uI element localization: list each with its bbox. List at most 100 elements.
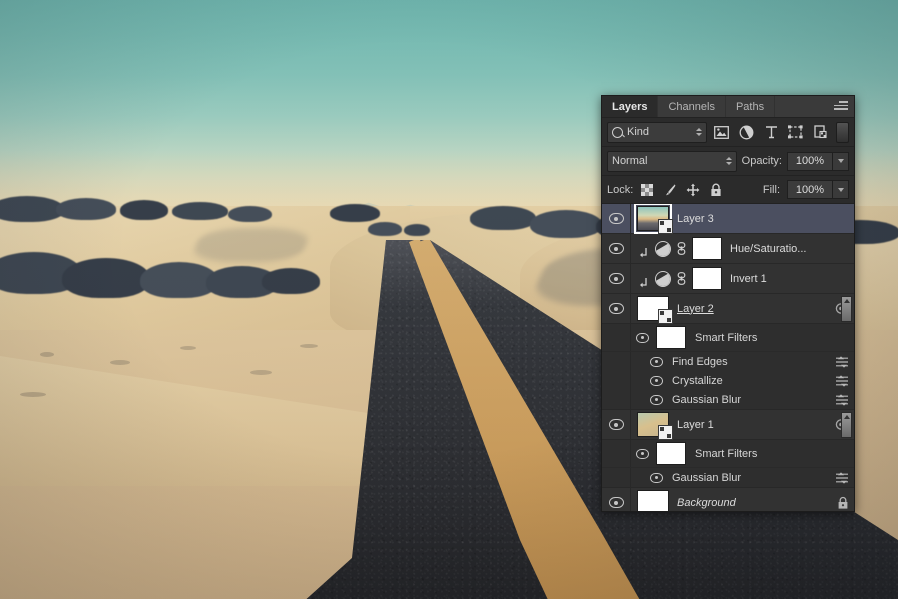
filter-smart-object-button[interactable]	[811, 123, 831, 142]
smart-filters-mask-thumbnail[interactable]	[656, 442, 686, 465]
smart-filter-row-gaussian-blur[interactable]: Gaussian Blur	[602, 468, 854, 488]
layer-row-layer-2[interactable]: Layer 2	[602, 294, 854, 324]
layer-name[interactable]: Layer 1	[677, 419, 714, 431]
lock-buttons	[640, 183, 723, 197]
filter-type-button[interactable]	[761, 123, 781, 142]
opacity-input[interactable]: 100%	[787, 151, 833, 171]
fill-input[interactable]: 100%	[787, 180, 833, 199]
smart-object-badge-icon	[658, 219, 673, 234]
layer-row-layer-1[interactable]: Layer 1	[602, 410, 854, 440]
visibility-toggle[interactable]	[602, 410, 631, 439]
lock-position-icon[interactable]	[686, 183, 700, 197]
fill-label: Fill:	[762, 183, 780, 196]
smart-filter-name[interactable]: Gaussian Blur	[672, 394, 741, 406]
row-divider	[630, 324, 631, 351]
visibility-toggle[interactable]	[646, 394, 666, 405]
layer-thumbnail[interactable]	[634, 204, 673, 234]
smart-filter-row-crystallize[interactable]: Crystallize	[602, 371, 854, 390]
visibility-toggle[interactable]	[630, 332, 654, 343]
layer-row-invert-1[interactable]: Invert 1	[602, 264, 854, 294]
layer-name[interactable]: Hue/Saturatio...	[730, 243, 806, 255]
filter-enable-toggle[interactable]	[835, 121, 850, 143]
layer-row-layer-3[interactable]: Layer 3	[602, 204, 854, 234]
tab-paths-label: Paths	[735, 100, 765, 113]
lock-image-pixels-icon[interactable]	[663, 183, 677, 197]
clipping-mask-icon	[637, 261, 651, 297]
eye-icon	[649, 375, 663, 386]
smart-object-scroll-thumb[interactable]	[841, 296, 852, 322]
opacity-control[interactable]: 100%	[787, 151, 849, 171]
adjustment-layer-icon	[655, 240, 671, 257]
filter-blending-options[interactable]	[835, 374, 854, 387]
filter-shape-button[interactable]	[786, 123, 806, 142]
smart-filters-label: Smart Filters	[695, 331, 758, 344]
smart-filters-label: Smart Filters	[695, 447, 758, 460]
smart-filters-row[interactable]: Smart Filters	[602, 324, 854, 352]
opacity-label: Opacity:	[741, 155, 782, 167]
blend-mode-select[interactable]: Normal	[607, 150, 737, 172]
visibility-toggle[interactable]	[646, 472, 666, 483]
opacity-slider-arrow[interactable]	[833, 151, 849, 171]
layer-thumbnail[interactable]	[637, 412, 673, 440]
smart-object-scroll-thumb[interactable]	[841, 412, 852, 438]
smart-filter-name[interactable]: Crystallize	[672, 375, 723, 387]
smart-filter-name[interactable]: Find Edges	[672, 356, 728, 368]
row-divider	[630, 371, 631, 390]
tab-channels[interactable]: Channels	[658, 96, 726, 117]
filter-row: Kind	[602, 118, 854, 147]
visibility-toggle[interactable]	[630, 448, 654, 459]
filter-adjustment-button[interactable]	[736, 123, 756, 142]
fill-slider-arrow[interactable]	[833, 180, 849, 199]
visibility-toggle[interactable]	[602, 204, 631, 233]
layer-list: Layer 3 Hue/Saturatio... Invert 1 Layer …	[602, 204, 854, 511]
filter-blending-options-icon	[835, 374, 849, 387]
smart-filter-name[interactable]: Gaussian Blur	[672, 472, 741, 484]
link-icon[interactable]	[676, 242, 687, 255]
tab-layers[interactable]: Layers	[602, 96, 659, 117]
row-divider	[630, 468, 631, 487]
eye-icon	[649, 356, 663, 367]
layer-row-background[interactable]: Background	[602, 488, 854, 511]
layer-mask-thumbnail[interactable]	[692, 237, 722, 260]
layer-row-hue-saturation[interactable]: Hue/Saturatio...	[602, 234, 854, 264]
filter-blending-options[interactable]	[835, 355, 854, 368]
row-divider	[630, 390, 631, 409]
search-icon	[612, 126, 623, 138]
visibility-toggle[interactable]	[646, 375, 666, 386]
filter-blending-options-icon	[835, 393, 849, 406]
layer-name[interactable]: Layer 3	[677, 213, 714, 225]
visibility-toggle[interactable]	[646, 356, 666, 367]
layer-name[interactable]: Layer 2	[677, 303, 714, 315]
filter-kind-select[interactable]: Kind	[607, 121, 707, 143]
chevron-updown-icon	[725, 157, 732, 165]
visibility-toggle[interactable]	[602, 488, 631, 511]
eye-icon	[635, 332, 649, 343]
lock-transparent-pixels-icon[interactable]	[640, 183, 654, 197]
link-icon[interactable]	[676, 272, 687, 285]
tab-channels-label: Channels	[668, 100, 715, 113]
visibility-toggle[interactable]	[602, 294, 631, 323]
lock-all-icon[interactable]	[709, 183, 723, 197]
visibility-toggle[interactable]	[602, 264, 631, 293]
filter-blending-options[interactable]	[835, 393, 854, 406]
panel-menu-icon[interactable]	[834, 101, 848, 112]
lock-icon[interactable]	[837, 496, 849, 509]
filter-blending-options[interactable]	[835, 471, 854, 484]
smart-filter-row-gaussian-blur[interactable]: Gaussian Blur	[602, 390, 854, 410]
layer-thumbnail[interactable]	[637, 296, 673, 324]
fill-control[interactable]: 100%	[787, 180, 849, 199]
layer-name[interactable]: Invert 1	[730, 273, 767, 285]
lock-label: Lock:	[607, 183, 634, 196]
eye-icon	[649, 394, 663, 405]
layer-mask-thumbnail[interactable]	[692, 267, 722, 290]
tab-paths[interactable]: Paths	[726, 96, 776, 117]
smart-filter-row-find-edges[interactable]: Find Edges	[602, 352, 854, 371]
visibility-toggle[interactable]	[602, 234, 631, 263]
smart-filters-row[interactable]: Smart Filters	[602, 440, 854, 468]
layer-badges	[837, 496, 854, 509]
layer-name[interactable]: Background	[677, 497, 736, 509]
shape-layer-filter-icon	[788, 125, 804, 139]
filter-pixel-button[interactable]	[712, 123, 732, 142]
layer-thumbnail[interactable]	[637, 490, 669, 511]
smart-filters-mask-thumbnail[interactable]	[656, 326, 686, 349]
